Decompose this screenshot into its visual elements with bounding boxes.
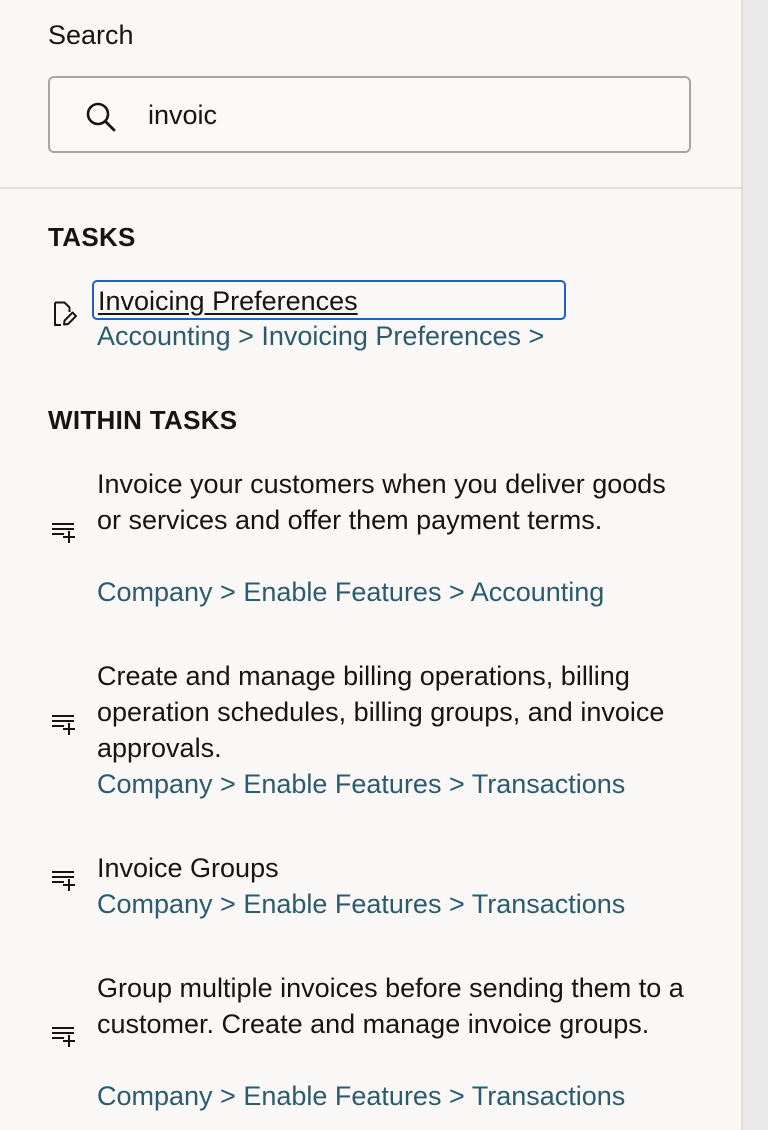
list-add-icon: [52, 715, 75, 735]
tasks-heading: TASKS: [48, 222, 136, 252]
edit-document-icon: [54, 301, 77, 326]
search-panel: Search TASKS Invoicing Preferences Accou…: [0, 0, 743, 1130]
within-task-path[interactable]: Company > Enable Features > Transactions: [97, 766, 625, 802]
search-label: Search: [48, 20, 134, 50]
search-input[interactable]: [148, 96, 668, 134]
within-task-path[interactable]: Company > Enable Features > Transactions: [97, 886, 625, 922]
search-box[interactable]: [48, 76, 691, 153]
within-task-path[interactable]: Company > Enable Features > Transactions: [97, 1078, 625, 1114]
list-add-icon: [52, 523, 75, 543]
search-icon: [86, 102, 116, 132]
within-task-description[interactable]: Create and manage billing operations, bi…: [97, 658, 697, 766]
task-path[interactable]: Accounting > Invoicing Preferences >: [97, 318, 544, 354]
within-task-description[interactable]: Group multiple invoices before sending t…: [97, 970, 697, 1042]
list-add-icon: [52, 871, 75, 891]
task-link-invoicing-preferences[interactable]: Invoicing Preferences: [92, 280, 566, 320]
list-add-icon: [52, 1027, 75, 1047]
within-tasks-heading: WITHIN TASKS: [48, 405, 238, 435]
within-task-path[interactable]: Company > Enable Features > Accounting: [97, 574, 604, 610]
within-task-description[interactable]: Invoice Groups: [97, 850, 697, 886]
divider: [0, 187, 741, 189]
within-task-description[interactable]: Invoice your customers when you deliver …: [97, 466, 697, 538]
